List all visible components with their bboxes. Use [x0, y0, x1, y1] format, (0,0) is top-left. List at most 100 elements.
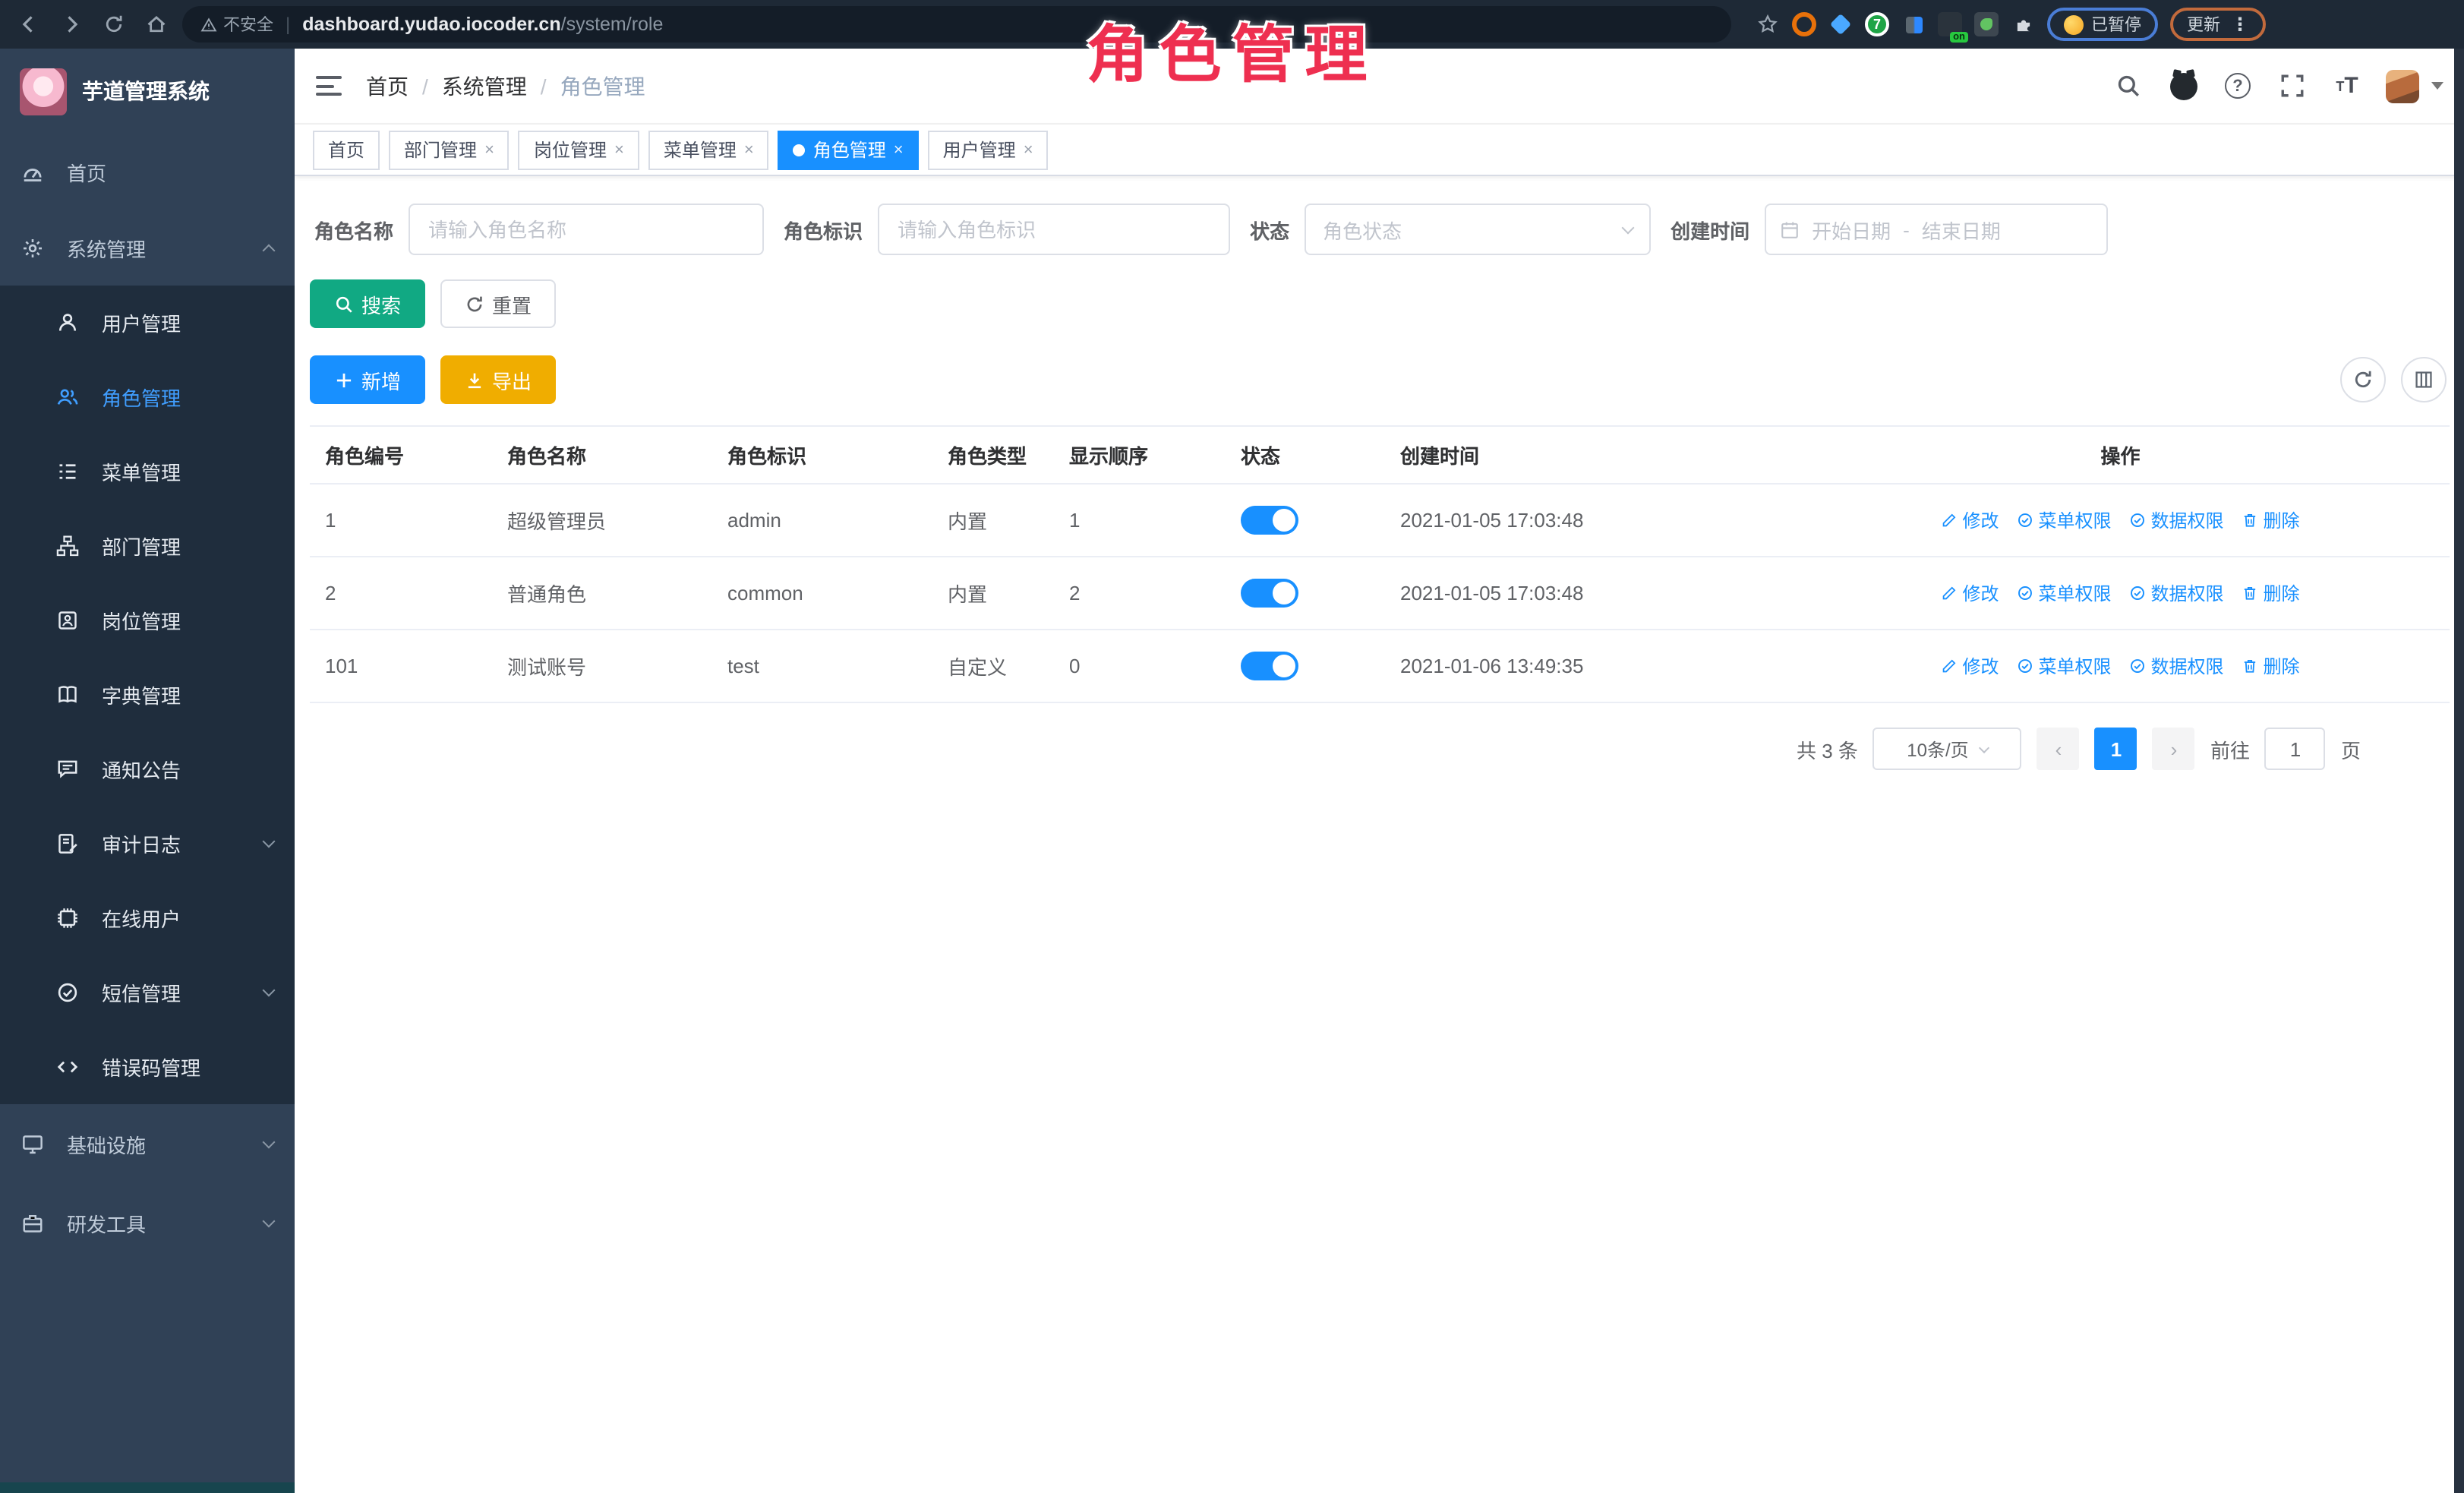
- menu-permission-link[interactable]: 菜单权限: [2017, 653, 2111, 679]
- search-icon[interactable]: [2112, 69, 2145, 103]
- role-name-label: 角色名称: [314, 215, 393, 244]
- sidebar-item-devtools[interactable]: 研发工具: [0, 1183, 295, 1262]
- page-scrollbar[interactable]: [2453, 49, 2464, 1493]
- tab-user[interactable]: 用户管理×: [928, 130, 1049, 169]
- close-icon[interactable]: ×: [744, 140, 754, 159]
- status-select[interactable]: 角色状态: [1305, 204, 1651, 255]
- status-toggle[interactable]: [1241, 579, 1298, 608]
- url-text: dashboard.yudao.iocoder.cn/system/role: [302, 14, 663, 35]
- extension-icon-leaf[interactable]: [1974, 12, 1999, 36]
- export-button[interactable]: 导出: [440, 355, 556, 404]
- data-permission-link[interactable]: 数据权限: [2130, 580, 2224, 606]
- close-icon[interactable]: ×: [484, 140, 494, 159]
- date-end[interactable]: 结束日期: [1922, 215, 2001, 244]
- sidebar-item-infra[interactable]: 基础设施: [0, 1104, 295, 1183]
- sidebar-item-menus[interactable]: 菜单管理: [0, 434, 295, 509]
- code-icon: [56, 1056, 79, 1078]
- search-button[interactable]: 搜索: [310, 279, 425, 328]
- close-icon[interactable]: ×: [1024, 140, 1033, 159]
- next-page-button[interactable]: ›: [2153, 728, 2195, 770]
- avatar-caret-icon[interactable]: [2431, 82, 2443, 90]
- edit-link[interactable]: 修改: [1941, 580, 1999, 606]
- sidebar-item-audit-log[interactable]: 审计日志: [0, 806, 295, 881]
- github-icon[interactable]: [2166, 69, 2200, 103]
- status-toggle[interactable]: [1241, 506, 1298, 535]
- chevron-down-icon: [1980, 742, 1990, 753]
- prev-page-button[interactable]: ‹: [2037, 728, 2080, 770]
- logo-row[interactable]: 芋道管理系统: [0, 49, 295, 134]
- browser-forward-icon[interactable]: [55, 8, 88, 41]
- fullscreen-icon[interactable]: [2276, 69, 2309, 103]
- reset-button[interactable]: 重置: [440, 279, 556, 328]
- app-title: 芋道管理系统: [82, 76, 210, 106]
- hamburger-icon[interactable]: [316, 76, 342, 96]
- browser-reload-icon[interactable]: [97, 8, 131, 41]
- browser-home-icon[interactable]: [140, 8, 173, 41]
- page-size-select[interactable]: 10条/页: [1873, 728, 2022, 770]
- sidebar-item-users[interactable]: 用户管理: [0, 286, 295, 360]
- org-chart-icon: [56, 535, 79, 557]
- browser-back-icon[interactable]: [12, 8, 46, 41]
- data-permission-link[interactable]: 数据权限: [2130, 507, 2224, 533]
- tab-home[interactable]: 首页: [313, 130, 380, 169]
- menu-permission-link[interactable]: 菜单权限: [2017, 580, 2111, 606]
- sidebar-item-online-users[interactable]: 在线用户: [0, 881, 295, 955]
- browser-menu-icon[interactable]: ⋮: [2231, 14, 2249, 35]
- paused-profile-pill[interactable]: 已暂停: [2047, 8, 2158, 41]
- menu-permission-link[interactable]: 菜单权限: [2017, 507, 2111, 533]
- sidebar-item-system[interactable]: 系统管理: [0, 210, 295, 286]
- extension-icon-gem[interactable]: [1828, 12, 1853, 36]
- bookmark-star-icon[interactable]: [1756, 12, 1780, 36]
- help-icon[interactable]: ?: [2221, 69, 2254, 103]
- sidebar-item-notice[interactable]: 通知公告: [0, 732, 295, 806]
- edit-link[interactable]: 修改: [1941, 653, 1999, 679]
- navbar-actions: ? TT: [2112, 69, 2443, 103]
- data-permission-link[interactable]: 数据权限: [2130, 653, 2224, 679]
- column-settings-button[interactable]: [2400, 357, 2446, 402]
- tab-menu[interactable]: 菜单管理×: [648, 130, 769, 169]
- sidebar-submenu-system: 用户管理 角色管理 菜单管理 部门管理: [0, 286, 295, 1104]
- calendar-icon: [1780, 219, 1800, 239]
- speech-bubble-icon: [56, 758, 79, 781]
- update-chrome-pill[interactable]: 更新⋮: [2170, 8, 2266, 41]
- top-navbar: 首页 / 系统管理 / 角色管理 ? TT: [295, 49, 2464, 125]
- extension-icon-orange[interactable]: [1792, 12, 1816, 36]
- extension-icon-switch[interactable]: on: [1938, 12, 1962, 36]
- sidebar-item-home[interactable]: 首页: [0, 134, 295, 210]
- goto-page-input[interactable]: [2265, 728, 2326, 770]
- role-name-input[interactable]: [409, 204, 764, 255]
- delete-link[interactable]: 删除: [2242, 580, 2300, 606]
- role-key-input[interactable]: [878, 204, 1230, 255]
- sidebar-item-dict[interactable]: 字典管理: [0, 658, 295, 732]
- sidebar-item-error-codes[interactable]: 错误码管理: [0, 1030, 295, 1104]
- extension-icon-misc[interactable]: [1901, 12, 1926, 36]
- extension-icon-green[interactable]: 7: [1865, 12, 1889, 36]
- tab-dept[interactable]: 部门管理×: [389, 130, 510, 169]
- status-toggle[interactable]: [1241, 652, 1298, 680]
- close-icon[interactable]: ×: [894, 140, 904, 159]
- edit-link[interactable]: 修改: [1941, 507, 1999, 533]
- sidebar-item-sms[interactable]: 短信管理: [0, 955, 295, 1030]
- not-secure-warning[interactable]: 不安全: [200, 12, 273, 36]
- add-button[interactable]: 新增: [310, 355, 425, 404]
- breadcrumb-home[interactable]: 首页: [366, 71, 409, 101]
- date-range-picker[interactable]: 开始日期 - 结束日期: [1765, 204, 2108, 255]
- breadcrumb-system[interactable]: 系统管理: [442, 71, 527, 101]
- address-bar[interactable]: 不安全 | dashboard.yudao.iocoder.cn/system/…: [182, 6, 1731, 43]
- delete-link[interactable]: 删除: [2242, 653, 2300, 679]
- sidebar-item-roles[interactable]: 角色管理: [0, 360, 295, 434]
- tab-post[interactable]: 岗位管理×: [519, 130, 639, 169]
- extensions-puzzle-icon[interactable]: [2011, 12, 2035, 36]
- close-icon[interactable]: ×: [614, 140, 624, 159]
- refresh-table-button[interactable]: [2339, 357, 2385, 402]
- user-avatar[interactable]: [2385, 69, 2418, 103]
- date-start[interactable]: 开始日期: [1812, 215, 1891, 244]
- font-size-icon[interactable]: TT: [2330, 69, 2364, 103]
- sidebar-item-posts[interactable]: 岗位管理: [0, 583, 295, 658]
- sidebar-item-depts[interactable]: 部门管理: [0, 509, 295, 583]
- chevron-down-icon: [263, 1214, 276, 1227]
- tab-role[interactable]: 角色管理×: [778, 130, 919, 169]
- page-1-button[interactable]: 1: [2095, 728, 2137, 770]
- delete-link[interactable]: 删除: [2242, 507, 2300, 533]
- col-sort: 显示顺序: [1054, 426, 1226, 484]
